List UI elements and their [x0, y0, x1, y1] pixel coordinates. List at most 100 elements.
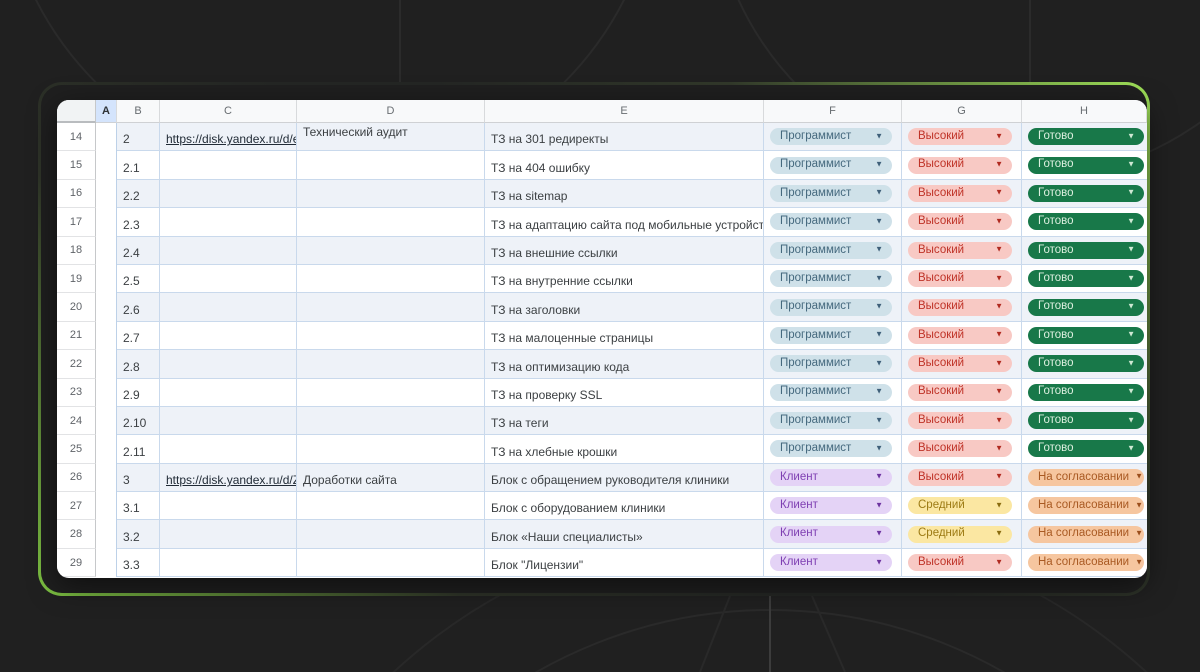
cell-a[interactable] — [96, 379, 117, 407]
cell-section-title[interactable] — [297, 435, 485, 463]
cell-status[interactable]: Готово▼ — [1022, 407, 1147, 435]
cell-number[interactable]: 2 — [117, 123, 160, 151]
cell-section-title[interactable] — [297, 549, 485, 577]
status-chip[interactable]: Готово▼ — [1028, 270, 1144, 287]
status-chip[interactable]: Готово▼ — [1028, 213, 1144, 230]
assignee-chip[interactable]: Программист▼ — [770, 355, 892, 372]
cell-a[interactable] — [96, 265, 117, 293]
cell-status[interactable]: Готово▼ — [1022, 180, 1147, 208]
column-header-C[interactable]: C — [160, 100, 297, 123]
yandex-disk-link[interactable]: https://disk.yandex.ru/d/e — [166, 132, 297, 146]
cell-task[interactable]: ТЗ на 404 ошибку — [485, 151, 764, 179]
cell-status[interactable]: Готово▼ — [1022, 265, 1147, 293]
priority-chip[interactable]: Высокий▼ — [908, 440, 1012, 457]
column-header-G[interactable]: G — [902, 100, 1022, 123]
cell-priority[interactable]: Высокий▼ — [902, 350, 1022, 378]
priority-chip[interactable]: Средний▼ — [908, 526, 1012, 543]
yandex-disk-link[interactable]: https://disk.yandex.ru/d/Z — [166, 473, 297, 487]
priority-chip[interactable]: Высокий▼ — [908, 270, 1012, 287]
cell-a[interactable] — [96, 549, 117, 577]
status-chip[interactable]: Готово▼ — [1028, 327, 1144, 344]
column-header-D[interactable]: D — [297, 100, 485, 123]
cell-status[interactable]: На согласовании▼ — [1022, 549, 1147, 577]
cell-priority[interactable]: Высокий▼ — [902, 180, 1022, 208]
cell-assignee[interactable]: Программист▼ — [764, 293, 902, 321]
priority-chip[interactable]: Высокий▼ — [908, 128, 1012, 145]
cell-assignee[interactable]: Программист▼ — [764, 208, 902, 236]
cell-a[interactable] — [96, 151, 117, 179]
cell-priority[interactable]: Высокий▼ — [902, 151, 1022, 179]
assignee-chip[interactable]: Клиент▼ — [770, 526, 892, 543]
status-chip[interactable]: Готово▼ — [1028, 242, 1144, 259]
priority-chip[interactable]: Высокий▼ — [908, 185, 1012, 202]
cell-priority[interactable]: Высокий▼ — [902, 322, 1022, 350]
row-number[interactable]: 19 — [57, 265, 96, 293]
priority-chip[interactable]: Средний▼ — [908, 497, 1012, 514]
assignee-chip[interactable]: Программист▼ — [770, 128, 892, 145]
cell-task[interactable]: Блок с обращением руководителя клиники — [485, 464, 764, 492]
cell-number[interactable]: 2.3 — [117, 208, 160, 236]
cell-priority[interactable]: Высокий▼ — [902, 464, 1022, 492]
cell-assignee[interactable]: Клиент▼ — [764, 492, 902, 520]
cell-assignee[interactable]: Программист▼ — [764, 265, 902, 293]
cell-task[interactable]: Блок "Лицензии" — [485, 549, 764, 577]
priority-chip[interactable]: Высокий▼ — [908, 355, 1012, 372]
status-chip[interactable]: На согласовании▼ — [1028, 526, 1144, 543]
cell-status[interactable]: На согласовании▼ — [1022, 492, 1147, 520]
row-number[interactable]: 14 — [57, 123, 96, 151]
status-chip[interactable]: Готово▼ — [1028, 412, 1144, 429]
status-chip[interactable]: Готово▼ — [1028, 128, 1144, 145]
row-number[interactable]: 18 — [57, 237, 96, 265]
cell-priority[interactable]: Высокий▼ — [902, 549, 1022, 577]
row-number[interactable]: 17 — [57, 208, 96, 236]
cell-number[interactable]: 2.6 — [117, 293, 160, 321]
cell-number[interactable]: 2.10 — [117, 407, 160, 435]
cell-number[interactable]: 2.1 — [117, 151, 160, 179]
cell-task[interactable]: ТЗ на заголовки — [485, 293, 764, 321]
priority-chip[interactable]: Высокий▼ — [908, 469, 1012, 486]
assignee-chip[interactable]: Программист▼ — [770, 270, 892, 287]
cell-status[interactable]: Готово▼ — [1022, 123, 1147, 151]
cell-link[interactable] — [160, 151, 297, 179]
cell-status[interactable]: На согласовании▼ — [1022, 520, 1147, 548]
cell-task[interactable]: ТЗ на малоценные страницы — [485, 322, 764, 350]
cell-link[interactable] — [160, 322, 297, 350]
cell-task[interactable]: ТЗ на хлебные крошки — [485, 435, 764, 463]
assignee-chip[interactable]: Клиент▼ — [770, 497, 892, 514]
assignee-chip[interactable]: Программист▼ — [770, 213, 892, 230]
cell-number[interactable]: 2.11 — [117, 435, 160, 463]
cell-section-title[interactable] — [297, 492, 485, 520]
cell-priority[interactable]: Средний▼ — [902, 520, 1022, 548]
row-number[interactable]: 28 — [57, 520, 96, 548]
assignee-chip[interactable]: Программист▼ — [770, 412, 892, 429]
cell-number[interactable]: 2.5 — [117, 265, 160, 293]
cell-a[interactable] — [96, 464, 117, 492]
cell-status[interactable]: Готово▼ — [1022, 208, 1147, 236]
cell-priority[interactable]: Высокий▼ — [902, 435, 1022, 463]
cell-task[interactable]: ТЗ на 301 редиректы — [485, 123, 764, 151]
cell-link[interactable] — [160, 492, 297, 520]
assignee-chip[interactable]: Клиент▼ — [770, 469, 892, 486]
cell-section-title[interactable] — [297, 350, 485, 378]
priority-chip[interactable]: Высокий▼ — [908, 412, 1012, 429]
cell-section-title[interactable] — [297, 151, 485, 179]
cell-priority[interactable]: Высокий▼ — [902, 265, 1022, 293]
cell-number[interactable]: 2.4 — [117, 237, 160, 265]
status-chip[interactable]: На согласовании▼ — [1028, 554, 1144, 571]
row-number[interactable]: 24 — [57, 407, 96, 435]
priority-chip[interactable]: Высокий▼ — [908, 157, 1012, 174]
cell-link[interactable]: https://disk.yandex.ru/d/e — [160, 123, 297, 151]
cell-status[interactable]: Готово▼ — [1022, 237, 1147, 265]
cell-link[interactable] — [160, 435, 297, 463]
cell-link[interactable] — [160, 293, 297, 321]
status-chip[interactable]: Готово▼ — [1028, 299, 1144, 316]
status-chip[interactable]: Готово▼ — [1028, 185, 1144, 202]
cell-number[interactable]: 2.9 — [117, 379, 160, 407]
row-number[interactable]: 16 — [57, 180, 96, 208]
cell-link[interactable] — [160, 180, 297, 208]
cell-a[interactable] — [96, 123, 117, 151]
cell-task[interactable]: ТЗ на адаптацию сайта под мобильные устр… — [485, 208, 764, 236]
cell-section-title[interactable]: Доработки сайта — [297, 464, 485, 492]
cell-status[interactable]: Готово▼ — [1022, 293, 1147, 321]
cell-link[interactable] — [160, 520, 297, 548]
